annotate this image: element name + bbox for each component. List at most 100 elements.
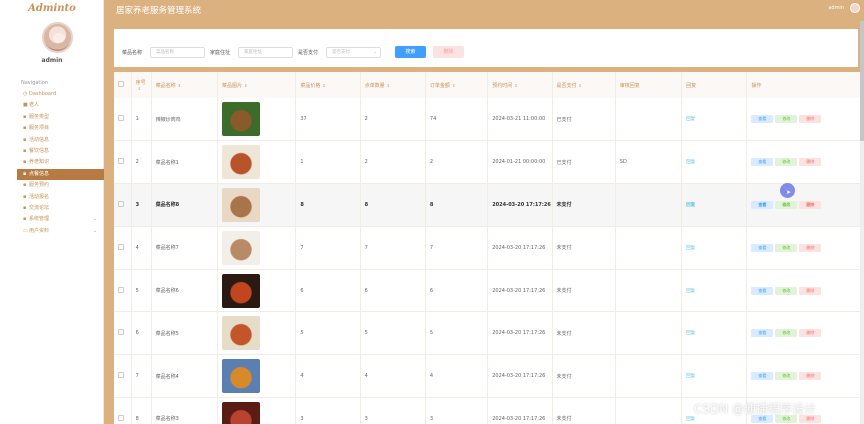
row-checkbox[interactable]	[118, 158, 124, 165]
view-button[interactable]: 查看	[751, 115, 774, 124]
bulk-delete-button[interactable]: 删除	[433, 46, 464, 58]
delete-button[interactable]: 删除	[799, 243, 822, 252]
sidebar-item-1[interactable]: ■老人	[17, 100, 104, 111]
edit-button[interactable]: 修改	[775, 115, 798, 124]
dish-name-input[interactable]: 菜品名称	[150, 47, 205, 58]
edit-button[interactable]: 修改	[775, 200, 798, 209]
header-avatar[interactable]	[850, 3, 860, 13]
column-header[interactable]: 是否支付 ⇕	[552, 72, 616, 98]
dish-image[interactable]	[221, 273, 260, 308]
sidebar-item-6[interactable]: ▪ 养老知识	[17, 157, 104, 168]
sidebar-item-3[interactable]: ▪ 服务项目	[17, 123, 104, 134]
row-checkbox[interactable]	[118, 115, 124, 122]
column-header[interactable]: 菜品图片 ⇕	[217, 72, 297, 98]
reply-link[interactable]: 回复	[686, 203, 695, 208]
reservation-time: 2024-03-20 17:17:26	[487, 397, 553, 424]
view-button[interactable]: 查看	[751, 286, 774, 295]
view-button[interactable]: 查看	[751, 243, 774, 252]
reply-link[interactable]: 回复	[686, 289, 695, 294]
delete-button[interactable]: 删除	[799, 286, 822, 295]
sidebar-item-9[interactable]: ▪ 活动报名	[17, 192, 104, 203]
reply-link[interactable]: 回复	[686, 374, 695, 379]
view-button[interactable]: 查看	[751, 372, 774, 381]
dish-image[interactable]	[221, 145, 260, 180]
delete-button[interactable]: 删除	[799, 372, 822, 381]
table-row[interactable]: 2 菜品名称1 1 2 2 2024-01-21 00:00:00 已支付 SD 回复 查看 修改删…	[114, 140, 864, 185]
reply-link[interactable]: 回复	[686, 160, 695, 165]
column-header[interactable]: 序号⇕	[131, 72, 152, 98]
sort-icon[interactable]: ⇕	[322, 83, 325, 88]
reply-link[interactable]: 回复	[686, 331, 695, 336]
edit-button[interactable]: 修改	[775, 158, 798, 167]
edit-button[interactable]: 修改	[775, 243, 798, 252]
app-logo[interactable]: Adminto	[0, 3, 104, 14]
view-button[interactable]: 查看	[751, 200, 774, 209]
table-row[interactable]: 1 辣椒炒肉鸡 37 2 74 2024-03-21 11:00:00 已支付 回复 查看 修改删…	[114, 98, 864, 142]
paid-select[interactable]: 是否支付 ⌄	[326, 47, 381, 58]
table-row[interactable]: 5 菜品名称6 6 6 6 2024-03-20 17:17:26 未支付 回复 查看 修改 删除	[114, 269, 864, 313]
column-header[interactable]: 点单数量 ⇕	[360, 72, 426, 98]
column-header[interactable]: 回复	[681, 72, 748, 98]
dish-image[interactable]	[221, 316, 260, 351]
reply-link[interactable]: 回复	[686, 117, 695, 122]
row-checkbox[interactable]	[118, 243, 124, 250]
sort-icon[interactable]: ⇕	[387, 83, 390, 88]
sidebar-item-4[interactable]: ▪ 活动信息	[17, 135, 104, 146]
header-username[interactable]: admin	[828, 5, 844, 11]
address-input[interactable]: 家庭住址	[238, 47, 293, 58]
reply-link[interactable]: 回复	[686, 417, 695, 422]
sidebar-item-2[interactable]: ▪ 服务类型	[17, 112, 104, 123]
table-row[interactable]: 4 菜品名称7 7 7 7 2024-03-20 17:17:26 未支付 回复 查看 修改 删除	[114, 226, 864, 270]
view-button[interactable]: 查看	[751, 329, 774, 338]
sort-icon[interactable]: ⇕	[514, 83, 517, 88]
sidebar-item-11[interactable]: ▪ 系统管理 ⌄	[17, 214, 104, 225]
sort-icon[interactable]: ⇕	[244, 83, 247, 88]
edit-button[interactable]: 修改	[775, 329, 798, 338]
search-button[interactable]: 搜索	[395, 46, 426, 58]
column-header[interactable]: 预约时间 ⇕	[487, 72, 553, 98]
column-header[interactable]: 操作	[746, 72, 864, 98]
column-header[interactable]: 菜品名称 ⇕	[151, 72, 218, 98]
reply-link[interactable]: 回复	[686, 246, 695, 251]
sort-icon[interactable]: ⇕	[178, 83, 181, 88]
scrollbar-thumb[interactable]	[860, 21, 864, 141]
top-header: 居家养老服务管理系统 admin	[104, 0, 864, 21]
table-row[interactable]: 7 菜品名称4 4 4 4 2024-03-20 17:17:26 未支付 回复 查看 修改 删除	[114, 354, 864, 399]
sidebar-item-10[interactable]: ▪ 交流论坛	[17, 203, 104, 214]
edit-button[interactable]: 修改	[775, 286, 798, 295]
view-button[interactable]: 查看	[751, 158, 774, 167]
delete-button[interactable]: 删除	[799, 200, 822, 209]
table-row[interactable]: 3 菜品名称8 8 8 8 2024-03-20 17:17:26 未支付 回复 查看 修改 删除	[114, 183, 864, 227]
dish-image[interactable]	[221, 359, 260, 394]
sidebar-item-7[interactable]: ▪ 点餐信息	[17, 168, 104, 181]
column-header[interactable]: 菜品价格 ⇕	[295, 72, 361, 98]
row-checkbox[interactable]	[118, 414, 124, 421]
dish-image[interactable]	[221, 230, 260, 265]
sidebar-item-label: 交流论坛	[29, 204, 50, 211]
avatar[interactable]	[42, 22, 73, 53]
sidebar-item-12[interactable]: ▭用户资料 ⌄	[17, 226, 104, 237]
dish-image[interactable]	[221, 187, 260, 222]
delete-button[interactable]: 删除	[799, 115, 822, 124]
row-checkbox[interactable]	[118, 286, 124, 293]
sort-icon[interactable]: ⇕	[452, 83, 455, 88]
paid-label: 是否支付	[298, 50, 319, 56]
dish-image[interactable]	[221, 401, 260, 424]
column-header[interactable]: 订单金额 ⇕	[425, 72, 489, 98]
sidebar-item-0[interactable]: ◷ Dashboard	[17, 89, 104, 100]
row-checkbox[interactable]	[118, 372, 124, 379]
sidebar-item-5[interactable]: ▪ 餐饮信息	[17, 146, 104, 157]
sort-icon[interactable]: ⇕	[138, 86, 141, 91]
dish-image-cell	[217, 226, 297, 270]
edit-button[interactable]: 修改	[775, 372, 798, 381]
row-checkbox[interactable]	[118, 329, 124, 336]
dish-image[interactable]	[221, 102, 260, 137]
delete-button[interactable]: 删除	[799, 158, 822, 167]
table-row[interactable]: 6 菜品名称5 5 5 5 2024-03-20 17:17:26 未支付 回复 查看 修改 删除	[114, 311, 864, 356]
column-header[interactable]: 审核回复	[615, 72, 683, 98]
row-checkbox[interactable]	[118, 200, 124, 207]
sort-icon[interactable]: ⇕	[579, 83, 582, 88]
select-all-checkbox[interactable]	[118, 81, 124, 87]
delete-button[interactable]: 删除	[799, 329, 822, 338]
sidebar-item-8[interactable]: ▪ 服务预约	[17, 180, 104, 191]
